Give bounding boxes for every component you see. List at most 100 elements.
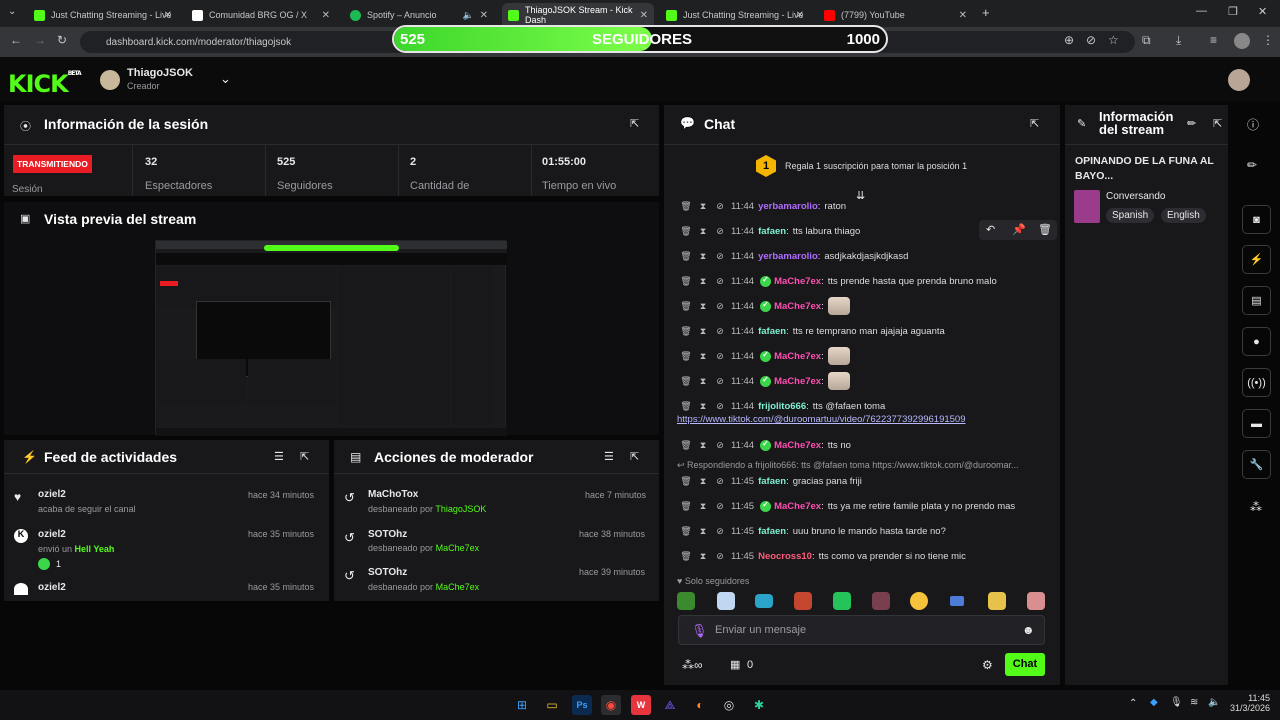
info-icon[interactable]: ⓘ	[1247, 116, 1259, 133]
chat-username[interactable]: MaChe7ex	[774, 376, 821, 387]
trash-icon[interactable]: 🗑	[680, 526, 692, 537]
obs-icon[interactable]: ◎	[719, 695, 739, 715]
profile-avatar[interactable]	[1234, 33, 1250, 49]
close-icon[interactable]: ✕	[796, 10, 804, 21]
zoom-icon[interactable]: ⊕	[1064, 33, 1074, 47]
chat-username[interactable]: MaChe7ex	[774, 440, 821, 451]
trash-icon[interactable]: 🗑	[680, 351, 692, 362]
photoshop-icon[interactable]: Ps	[572, 695, 592, 715]
chat-username[interactable]: MaChe7ex	[774, 501, 821, 512]
extensions-icon[interactable]: ⧉	[1142, 33, 1151, 48]
chat-username[interactable]: MaChe7ex	[774, 301, 821, 312]
microphone-icon[interactable]: 🎙	[691, 623, 708, 639]
wrench-icon[interactable]: 🔧	[1242, 450, 1271, 479]
trash-icon[interactable]: 🗑	[680, 201, 692, 212]
timeout-icon[interactable]: ⧗	[697, 226, 709, 237]
timeout-icon[interactable]: ⧗	[697, 476, 709, 487]
chat-bubble-icon[interactable]: ●	[1242, 327, 1271, 356]
emote[interactable]	[755, 594, 773, 608]
close-icon[interactable]: ✕	[959, 10, 967, 21]
chat-username[interactable]: frijolito666	[758, 401, 806, 412]
timeout-icon[interactable]: ⧗	[697, 201, 709, 212]
trash-icon[interactable]: 🗑	[680, 476, 692, 487]
speaker-icon[interactable]: 🔈	[463, 10, 474, 21]
emote[interactable]	[872, 592, 890, 610]
chat-message[interactable]: 🗑 ⧗ ⊘ 11:44 yerbamarolio: asdjkakdjasjkdjkasd	[680, 248, 908, 264]
ban-icon[interactable]: ⊘	[714, 301, 726, 312]
ban-icon[interactable]: ⊘	[714, 526, 726, 537]
close-icon[interactable]: ✕	[164, 10, 172, 21]
gear-icon[interactable]: ⚙	[982, 658, 993, 672]
chat-username[interactable]: fafaen	[758, 326, 786, 337]
chat-message[interactable]: 🗑 ⧗ ⊘ 11:44 fafaen: tts re temprano man ajaja…	[680, 323, 945, 339]
document-icon[interactable]: ▤	[1242, 286, 1271, 315]
chat-link[interactable]: https://www.tiktok.com/@duroomartuu/vide…	[677, 414, 966, 425]
close-icon[interactable]: ✕	[480, 10, 488, 21]
forward-icon[interactable]: →	[34, 33, 46, 47]
timeout-icon[interactable]: ⧗	[697, 376, 709, 387]
wifi-icon[interactable]: ≋	[1190, 697, 1198, 708]
timeout-icon[interactable]: ⧗	[697, 326, 709, 337]
trash-icon[interactable]: 🗑	[680, 301, 692, 312]
infinity-icon[interactable]: ⁂∞	[682, 658, 703, 672]
emote[interactable]	[988, 592, 1006, 610]
emote[interactable]	[950, 596, 964, 606]
ban-icon[interactable]: ⊘	[714, 276, 726, 287]
ban-icon[interactable]: ⊘	[714, 440, 726, 451]
pencil-icon[interactable]: ✏	[1187, 117, 1196, 130]
tab-4[interactable]: Just Chatting Streaming - Live ✕	[660, 3, 810, 27]
pin-icon[interactable]: 📌	[1012, 223, 1026, 236]
eye-off-icon[interactable]: ⊘	[1086, 33, 1096, 47]
popout-icon[interactable]: ⇱	[630, 117, 639, 130]
emote[interactable]	[1027, 592, 1045, 610]
timeout-icon[interactable]: ⧗	[697, 440, 709, 451]
emote[interactable]	[910, 592, 928, 610]
file-explorer-icon[interactable]: ▭	[542, 695, 562, 715]
blender-icon[interactable]: ◐	[690, 695, 710, 715]
tag[interactable]: Spanish	[1106, 208, 1155, 223]
timeout-icon[interactable]: ⧗	[697, 276, 709, 287]
ban-icon[interactable]: ⊘	[714, 226, 726, 237]
chat-message[interactable]: 🗑⧗⊘11:45MaChe7ex:tts ya me retire famile…	[680, 498, 1015, 514]
trash-icon[interactable]: 🗑	[680, 251, 692, 262]
chat-message[interactable]: 🗑⧗⊘11:44MaChe7ex:tts no	[680, 437, 851, 453]
camera-icon[interactable]: ◙	[1242, 205, 1271, 234]
windows-start-icon[interactable]: ⊞	[512, 695, 532, 715]
trash-icon[interactable]: 🗑	[680, 501, 692, 512]
chrome-icon[interactable]: ◉	[601, 695, 621, 715]
tab-0[interactable]: Just Chatting Streaming - Live ✕	[28, 3, 178, 27]
chat-username[interactable]: fafaen	[758, 476, 786, 487]
ban-icon[interactable]: ⊘	[714, 476, 726, 487]
filter-icon[interactable]: ☰	[604, 450, 614, 463]
trash-icon[interactable]: 🗑	[680, 276, 692, 287]
volume-icon[interactable]: 🔈	[1208, 697, 1220, 708]
timeout-icon[interactable]: ⧗	[697, 351, 709, 362]
timeout-icon[interactable]: ⧗	[697, 526, 709, 537]
pencil-icon[interactable]: ✏	[1247, 158, 1257, 172]
menu-icon[interactable]: ⋮	[1262, 33, 1274, 47]
download-icon[interactable]: ⤓	[1176, 33, 1181, 48]
chat-input[interactable]: 🎙 Enviar un mensaje ☻	[678, 615, 1045, 645]
tab-2[interactable]: Spotify – Anuncio 🔈 ✕	[344, 3, 494, 27]
tray-icon[interactable]: ◆	[1150, 697, 1158, 708]
emote[interactable]	[794, 592, 812, 610]
trash-icon[interactable]: 🗑	[1038, 223, 1052, 236]
app-icon-2[interactable]: ✱	[749, 695, 769, 715]
star-icon[interactable]: ☆	[1108, 33, 1119, 47]
chevron-down-icon[interactable]: ⌄	[220, 71, 231, 87]
lightning-icon[interactable]: ⚡	[1242, 245, 1271, 274]
chat-username[interactable]: Neocross10	[758, 551, 812, 562]
chat-message[interactable]: 🗑 ⧗ ⊘ 11:45 fafaen: gracias pana friji	[680, 473, 862, 489]
printer-icon[interactable]: ▬	[1242, 409, 1271, 438]
trash-icon[interactable]: 🗑	[680, 326, 692, 337]
emote[interactable]	[833, 592, 851, 610]
emoji-icon[interactable]: ☻	[1022, 623, 1035, 637]
chat-username[interactable]: MaChe7ex	[774, 276, 821, 287]
ban-icon[interactable]: ⊘	[714, 251, 726, 262]
trash-icon[interactable]: 🗑	[680, 376, 692, 387]
ban-icon[interactable]: ⊘	[714, 201, 726, 212]
chevron-up-icon[interactable]: ⌃	[1129, 698, 1137, 709]
ban-icon[interactable]: ⊘	[714, 501, 726, 512]
app-icon[interactable]: ⟁	[660, 695, 680, 715]
emote[interactable]	[717, 592, 735, 610]
